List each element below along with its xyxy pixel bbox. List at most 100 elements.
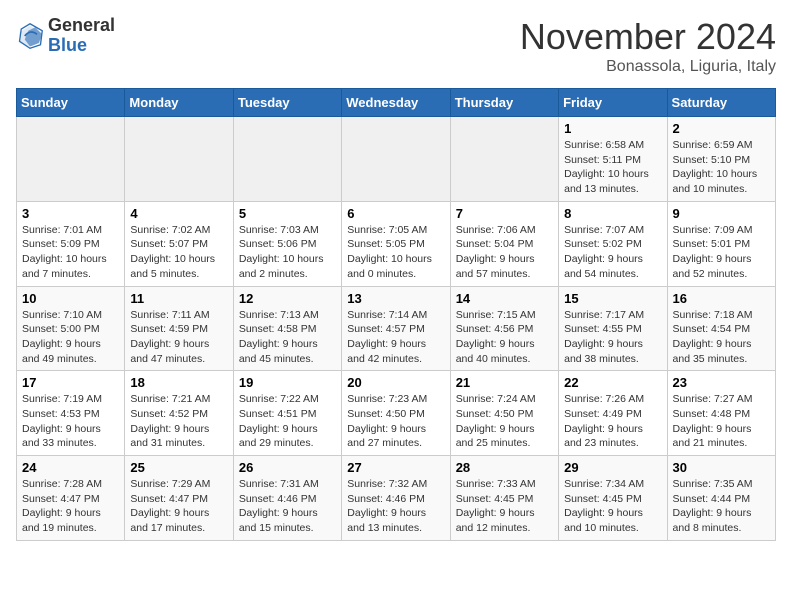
calendar-cell: 15 Sunrise: 7:17 AM Sunset: 4:55 PM Dayli…: [559, 286, 667, 371]
weekday-header-monday: Monday: [125, 89, 233, 117]
day-number: 9: [673, 206, 770, 221]
day-number: 16: [673, 291, 770, 306]
day-info: Sunrise: 7:33 AM Sunset: 4:45 PM Dayligh…: [456, 477, 553, 536]
calendar-cell: [125, 117, 233, 202]
day-info: Sunrise: 7:19 AM Sunset: 4:53 PM Dayligh…: [22, 392, 119, 451]
day-info: Sunrise: 6:58 AM Sunset: 5:11 PM Dayligh…: [564, 138, 661, 197]
calendar-cell: 21 Sunrise: 7:24 AM Sunset: 4:50 PM Dayli…: [450, 371, 558, 456]
day-number: 27: [347, 460, 444, 475]
day-info: Sunrise: 7:31 AM Sunset: 4:46 PM Dayligh…: [239, 477, 336, 536]
calendar-week-row: 10 Sunrise: 7:10 AM Sunset: 5:00 PM Dayli…: [17, 286, 776, 371]
calendar-cell: 14 Sunrise: 7:15 AM Sunset: 4:56 PM Dayli…: [450, 286, 558, 371]
day-info: Sunrise: 7:17 AM Sunset: 4:55 PM Dayligh…: [564, 308, 661, 367]
calendar-cell: 13Sunrise: 7:14 AM Sunset: 4:57 PM Dayli…: [342, 286, 450, 371]
calendar-cell: 24Sunrise: 7:28 AM Sunset: 4:47 PM Dayli…: [17, 456, 125, 541]
day-info: Sunrise: 7:15 AM Sunset: 4:56 PM Dayligh…: [456, 308, 553, 367]
calendar-cell: 16 Sunrise: 7:18 AM Sunset: 4:54 PM Dayli…: [667, 286, 775, 371]
calendar-cell: 29 Sunrise: 7:34 AM Sunset: 4:45 PM Dayli…: [559, 456, 667, 541]
weekday-header-friday: Friday: [559, 89, 667, 117]
day-info: Sunrise: 7:27 AM Sunset: 4:48 PM Dayligh…: [673, 392, 770, 451]
location: Bonassola, Liguria, Italy: [520, 58, 776, 76]
calendar-cell: 8 Sunrise: 7:07 AM Sunset: 5:02 PM Daylig…: [559, 201, 667, 286]
generalblue-logo-icon: [16, 22, 44, 50]
day-info: Sunrise: 7:09 AM Sunset: 5:01 PM Dayligh…: [673, 223, 770, 282]
calendar-cell: [342, 117, 450, 202]
calendar-cell: 1 Sunrise: 6:58 AM Sunset: 5:11 PM Daylig…: [559, 117, 667, 202]
day-info: Sunrise: 7:10 AM Sunset: 5:00 PM Dayligh…: [22, 308, 119, 367]
weekday-header-wednesday: Wednesday: [342, 89, 450, 117]
calendar-cell: 20 Sunrise: 7:23 AM Sunset: 4:50 PM Dayli…: [342, 371, 450, 456]
day-number: 21: [456, 375, 553, 390]
calendar-body: 1 Sunrise: 6:58 AM Sunset: 5:11 PM Daylig…: [17, 117, 776, 541]
calendar-week-row: 3 Sunrise: 7:01 AM Sunset: 5:09 PM Daylig…: [17, 201, 776, 286]
logo-text: General Blue: [48, 16, 115, 56]
day-number: 14: [456, 291, 553, 306]
day-info: Sunrise: 7:06 AM Sunset: 5:04 PM Dayligh…: [456, 223, 553, 282]
day-number: 2: [673, 121, 770, 136]
day-number: 15: [564, 291, 661, 306]
calendar-week-row: 17 Sunrise: 7:19 AM Sunset: 4:53 PM Dayli…: [17, 371, 776, 456]
day-number: 10: [22, 291, 119, 306]
day-number: 29: [564, 460, 661, 475]
calendar-cell: 23 Sunrise: 7:27 AM Sunset: 4:48 PM Dayli…: [667, 371, 775, 456]
day-number: 30: [673, 460, 770, 475]
day-info: Sunrise: 7:32 AM Sunset: 4:46 PM Dayligh…: [347, 477, 444, 536]
day-info: Sunrise: 7:23 AM Sunset: 4:50 PM Dayligh…: [347, 392, 444, 451]
day-info: Sunrise: 7:07 AM Sunset: 5:02 PM Dayligh…: [564, 223, 661, 282]
day-number: 22: [564, 375, 661, 390]
calendar-cell: 7 Sunrise: 7:06 AM Sunset: 5:04 PM Daylig…: [450, 201, 558, 286]
day-number: 24: [22, 460, 119, 475]
calendar-cell: 5Sunrise: 7:03 AM Sunset: 5:06 PM Daylig…: [233, 201, 341, 286]
day-number: 20: [347, 375, 444, 390]
day-info: Sunrise: 7:03 AM Sunset: 5:06 PM Dayligh…: [239, 223, 336, 282]
day-number: 7: [456, 206, 553, 221]
day-number: 12: [239, 291, 336, 306]
weekday-header-sunday: Sunday: [17, 89, 125, 117]
calendar-cell: 25Sunrise: 7:29 AM Sunset: 4:47 PM Dayli…: [125, 456, 233, 541]
weekday-header-saturday: Saturday: [667, 89, 775, 117]
day-info: Sunrise: 7:34 AM Sunset: 4:45 PM Dayligh…: [564, 477, 661, 536]
calendar-cell: 2 Sunrise: 6:59 AM Sunset: 5:10 PM Daylig…: [667, 117, 775, 202]
day-info: Sunrise: 7:01 AM Sunset: 5:09 PM Dayligh…: [22, 223, 119, 282]
day-number: 18: [130, 375, 227, 390]
day-number: 1: [564, 121, 661, 136]
day-info: Sunrise: 7:18 AM Sunset: 4:54 PM Dayligh…: [673, 308, 770, 367]
calendar-cell: 4Sunrise: 7:02 AM Sunset: 5:07 PM Daylig…: [125, 201, 233, 286]
day-info: Sunrise: 7:02 AM Sunset: 5:07 PM Dayligh…: [130, 223, 227, 282]
logo: General Blue: [16, 16, 115, 56]
weekday-header-row: SundayMondayTuesdayWednesdayThursdayFrid…: [17, 89, 776, 117]
calendar-cell: 30 Sunrise: 7:35 AM Sunset: 4:44 PM Dayli…: [667, 456, 775, 541]
calendar-cell: 11 Sunrise: 7:11 AM Sunset: 4:59 PM Dayli…: [125, 286, 233, 371]
calendar-cell: 10 Sunrise: 7:10 AM Sunset: 5:00 PM Dayli…: [17, 286, 125, 371]
calendar-cell: 19Sunrise: 7:22 AM Sunset: 4:51 PM Dayli…: [233, 371, 341, 456]
day-info: Sunrise: 6:59 AM Sunset: 5:10 PM Dayligh…: [673, 138, 770, 197]
day-number: 8: [564, 206, 661, 221]
calendar-cell: 18 Sunrise: 7:21 AM Sunset: 4:52 PM Dayli…: [125, 371, 233, 456]
day-number: 23: [673, 375, 770, 390]
calendar-cell: 22 Sunrise: 7:26 AM Sunset: 4:49 PM Dayli…: [559, 371, 667, 456]
day-info: Sunrise: 7:22 AM Sunset: 4:51 PM Dayligh…: [239, 392, 336, 451]
calendar-cell: 12 Sunrise: 7:13 AM Sunset: 4:58 PM Dayli…: [233, 286, 341, 371]
day-info: Sunrise: 7:26 AM Sunset: 4:49 PM Dayligh…: [564, 392, 661, 451]
day-number: 6: [347, 206, 444, 221]
day-info: Sunrise: 7:21 AM Sunset: 4:52 PM Dayligh…: [130, 392, 227, 451]
day-number: 28: [456, 460, 553, 475]
day-info: Sunrise: 7:11 AM Sunset: 4:59 PM Dayligh…: [130, 308, 227, 367]
calendar-cell: [17, 117, 125, 202]
day-info: Sunrise: 7:24 AM Sunset: 4:50 PM Dayligh…: [456, 392, 553, 451]
calendar-week-row: 24Sunrise: 7:28 AM Sunset: 4:47 PM Dayli…: [17, 456, 776, 541]
page-header: General Blue November 2024 Bonassola, Li…: [16, 16, 776, 76]
day-number: 11: [130, 291, 227, 306]
calendar-cell: [450, 117, 558, 202]
day-number: 26: [239, 460, 336, 475]
calendar-table: SundayMondayTuesdayWednesdayThursdayFrid…: [16, 88, 776, 541]
day-info: Sunrise: 7:13 AM Sunset: 4:58 PM Dayligh…: [239, 308, 336, 367]
calendar-cell: 17 Sunrise: 7:19 AM Sunset: 4:53 PM Dayli…: [17, 371, 125, 456]
title-section: November 2024 Bonassola, Liguria, Italy: [520, 16, 776, 76]
day-number: 3: [22, 206, 119, 221]
day-info: Sunrise: 7:05 AM Sunset: 5:05 PM Dayligh…: [347, 223, 444, 282]
day-number: 25: [130, 460, 227, 475]
day-number: 17: [22, 375, 119, 390]
calendar-week-row: 1 Sunrise: 6:58 AM Sunset: 5:11 PM Daylig…: [17, 117, 776, 202]
day-info: Sunrise: 7:35 AM Sunset: 4:44 PM Dayligh…: [673, 477, 770, 536]
